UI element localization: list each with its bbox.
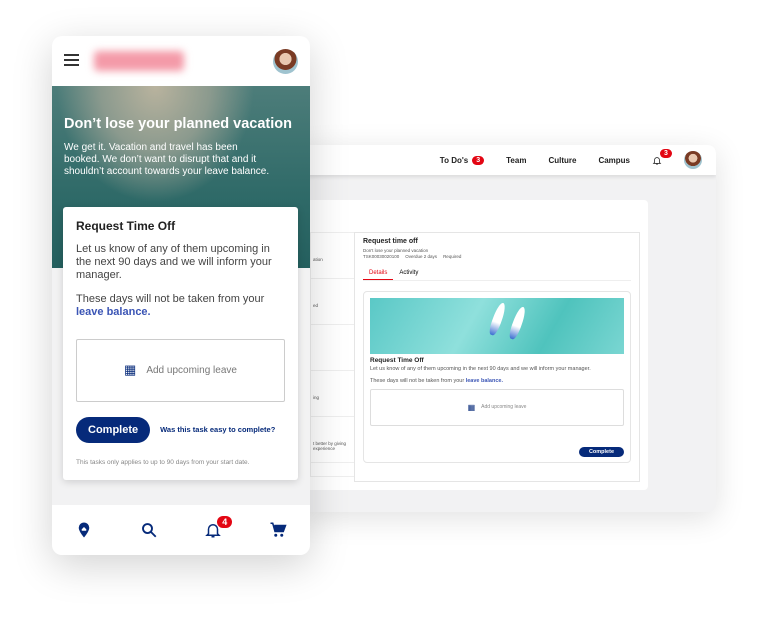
complete-button[interactable]: Complete bbox=[578, 447, 624, 457]
required-label: Required bbox=[443, 254, 462, 259]
hero-text: We get it. Vacation and travel has been … bbox=[64, 142, 270, 177]
balance-text: These days will not be taken from your bbox=[76, 292, 265, 305]
task-subtitle: Don't lose your planned vacation bbox=[363, 248, 429, 253]
cart-icon[interactable] bbox=[269, 521, 287, 539]
todo-badge: 3 bbox=[472, 155, 485, 165]
home-icon[interactable] bbox=[75, 521, 93, 539]
task-list: ation ed ing t better by giving experien… bbox=[310, 232, 354, 477]
leave-balance-link[interactable]: leave balance. bbox=[466, 378, 503, 384]
desktop-header: To Do's 3 Team Culture Campus 3 bbox=[300, 145, 716, 175]
list-item[interactable]: ation bbox=[311, 233, 354, 279]
hero-title: Don’t lose your planned vacation bbox=[64, 116, 293, 132]
balance-text: These days will not be taken from your bbox=[370, 378, 466, 385]
nav-team[interactable]: Team bbox=[506, 156, 526, 165]
notifications-button[interactable]: 4 bbox=[204, 516, 233, 539]
avatar[interactable] bbox=[684, 151, 702, 169]
calendar-add-icon: ▦ bbox=[124, 362, 137, 378]
list-item[interactable]: ing bbox=[311, 371, 354, 417]
notification-badge: 3 bbox=[660, 148, 672, 158]
mobile-header bbox=[52, 36, 310, 86]
overdue-status: Overdue 2 days bbox=[405, 254, 438, 259]
complete-button[interactable]: Complete bbox=[76, 416, 151, 443]
logo bbox=[94, 51, 184, 71]
card-text: Let us know of any of them upcoming in t… bbox=[76, 243, 272, 282]
mobile-screen: Don’t lose your planned vacation We get … bbox=[52, 36, 310, 555]
nav-label: To Do's bbox=[439, 155, 469, 165]
menu-icon[interactable] bbox=[64, 54, 79, 69]
feedback-link[interactable]: Was this task easy to complete? bbox=[160, 425, 275, 434]
card-title: Request Time Off bbox=[370, 357, 424, 364]
footnote: This tasks only applies to up to 90 days… bbox=[76, 458, 250, 466]
list-item[interactable]: t better by giving experience bbox=[311, 417, 354, 463]
card-title: Request Time Off bbox=[76, 219, 176, 233]
task-detail: Request time off Don't lose your planned… bbox=[354, 232, 640, 482]
tab-activity[interactable]: Activity bbox=[393, 267, 424, 280]
search-icon[interactable] bbox=[140, 521, 158, 539]
card-text: Let us know of any of them upcoming in t… bbox=[370, 366, 591, 372]
desktop-window: To Do's 3 Team Culture Campus 3 ation ed … bbox=[300, 145, 716, 512]
add-leave-button[interactable]: ▦ Add upcoming leave bbox=[370, 388, 624, 426]
add-leave-label: Add upcoming leave bbox=[146, 364, 237, 376]
tab-details[interactable]: Details bbox=[363, 267, 394, 280]
avatar[interactable] bbox=[273, 49, 298, 74]
list-item[interactable]: ed bbox=[311, 279, 354, 325]
content-panel: ation ed ing t better by giving experien… bbox=[302, 200, 648, 490]
nav-campus[interactable]: Campus bbox=[598, 156, 630, 165]
notification-badge: 4 bbox=[217, 516, 233, 528]
nav-culture[interactable]: Culture bbox=[548, 156, 576, 165]
add-leave-button[interactable]: ▦ Add upcoming leave bbox=[76, 338, 285, 402]
request-card: Request Time Off Let us know of any of t… bbox=[63, 207, 298, 480]
task-id: TSK00030020100 bbox=[363, 254, 400, 259]
task-card: Request Time Off Let us know of any of t… bbox=[363, 291, 631, 463]
list-item[interactable] bbox=[311, 325, 354, 371]
add-leave-label: Add upcoming leave bbox=[481, 404, 527, 411]
task-title: Request time off bbox=[363, 238, 418, 245]
leave-balance-link[interactable]: leave balance. bbox=[76, 306, 151, 318]
beach-image bbox=[370, 298, 624, 354]
notifications-button[interactable]: 3 bbox=[652, 148, 672, 166]
bottom-nav: 4 bbox=[52, 505, 310, 555]
nav-todos[interactable]: To Do's 3 bbox=[439, 155, 485, 165]
calendar-add-icon: ▦ bbox=[467, 402, 476, 412]
